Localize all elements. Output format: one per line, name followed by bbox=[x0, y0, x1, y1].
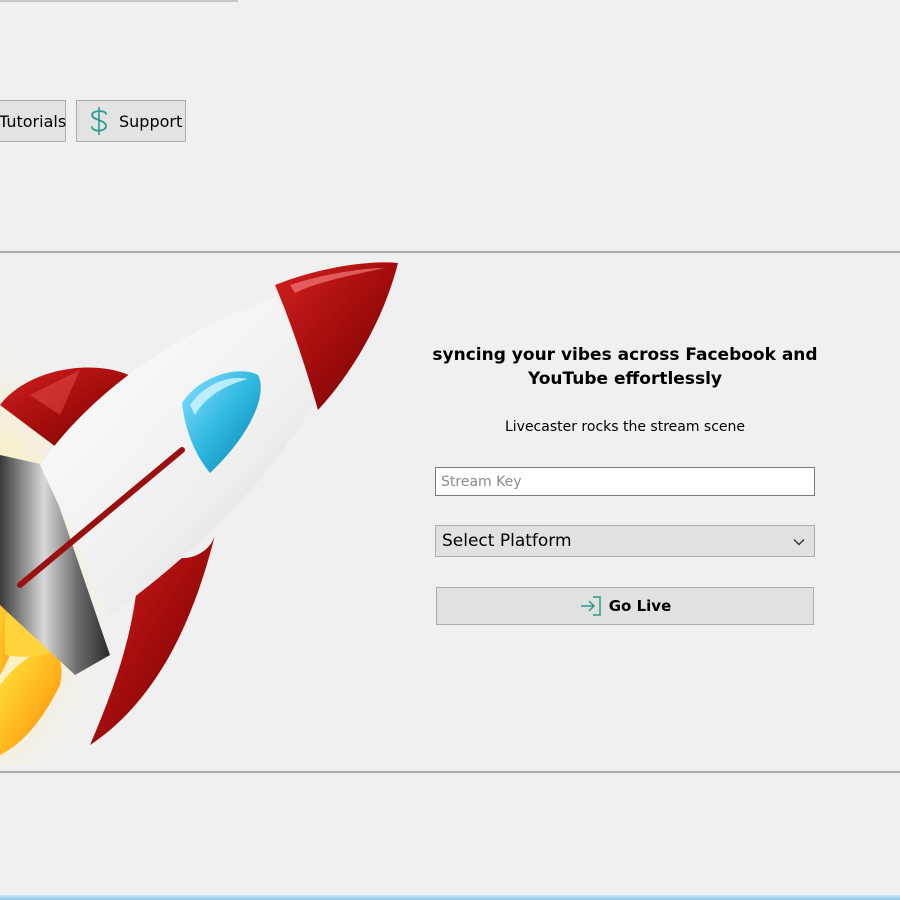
section-divider-bottom bbox=[0, 771, 900, 773]
app-window: Tutorials Support syncing your vibes acr… bbox=[0, 0, 900, 900]
taskbar-edge bbox=[0, 895, 900, 900]
sign-in-icon bbox=[579, 594, 605, 618]
top-edge-line bbox=[0, 0, 238, 2]
dollar-icon bbox=[85, 105, 113, 137]
section-divider-top bbox=[0, 251, 900, 253]
rocket-illustration bbox=[0, 255, 410, 785]
chevron-down-icon bbox=[793, 539, 805, 546]
tutorials-button[interactable]: Tutorials bbox=[0, 100, 66, 142]
form-title: syncing your vibes across Facebook and Y… bbox=[432, 345, 818, 389]
platform-select-value: Select Platform bbox=[442, 531, 572, 551]
support-button[interactable]: Support bbox=[76, 100, 186, 142]
support-label: Support bbox=[119, 111, 183, 131]
go-live-label: Go Live bbox=[608, 597, 672, 615]
stream-key-input[interactable] bbox=[435, 467, 815, 496]
go-live-button[interactable]: Go Live bbox=[436, 587, 814, 625]
form-subtitle: Livecaster rocks the stream scene bbox=[504, 419, 746, 435]
platform-select[interactable]: Select Platform bbox=[435, 525, 815, 557]
tutorials-label: Tutorials bbox=[0, 111, 67, 131]
